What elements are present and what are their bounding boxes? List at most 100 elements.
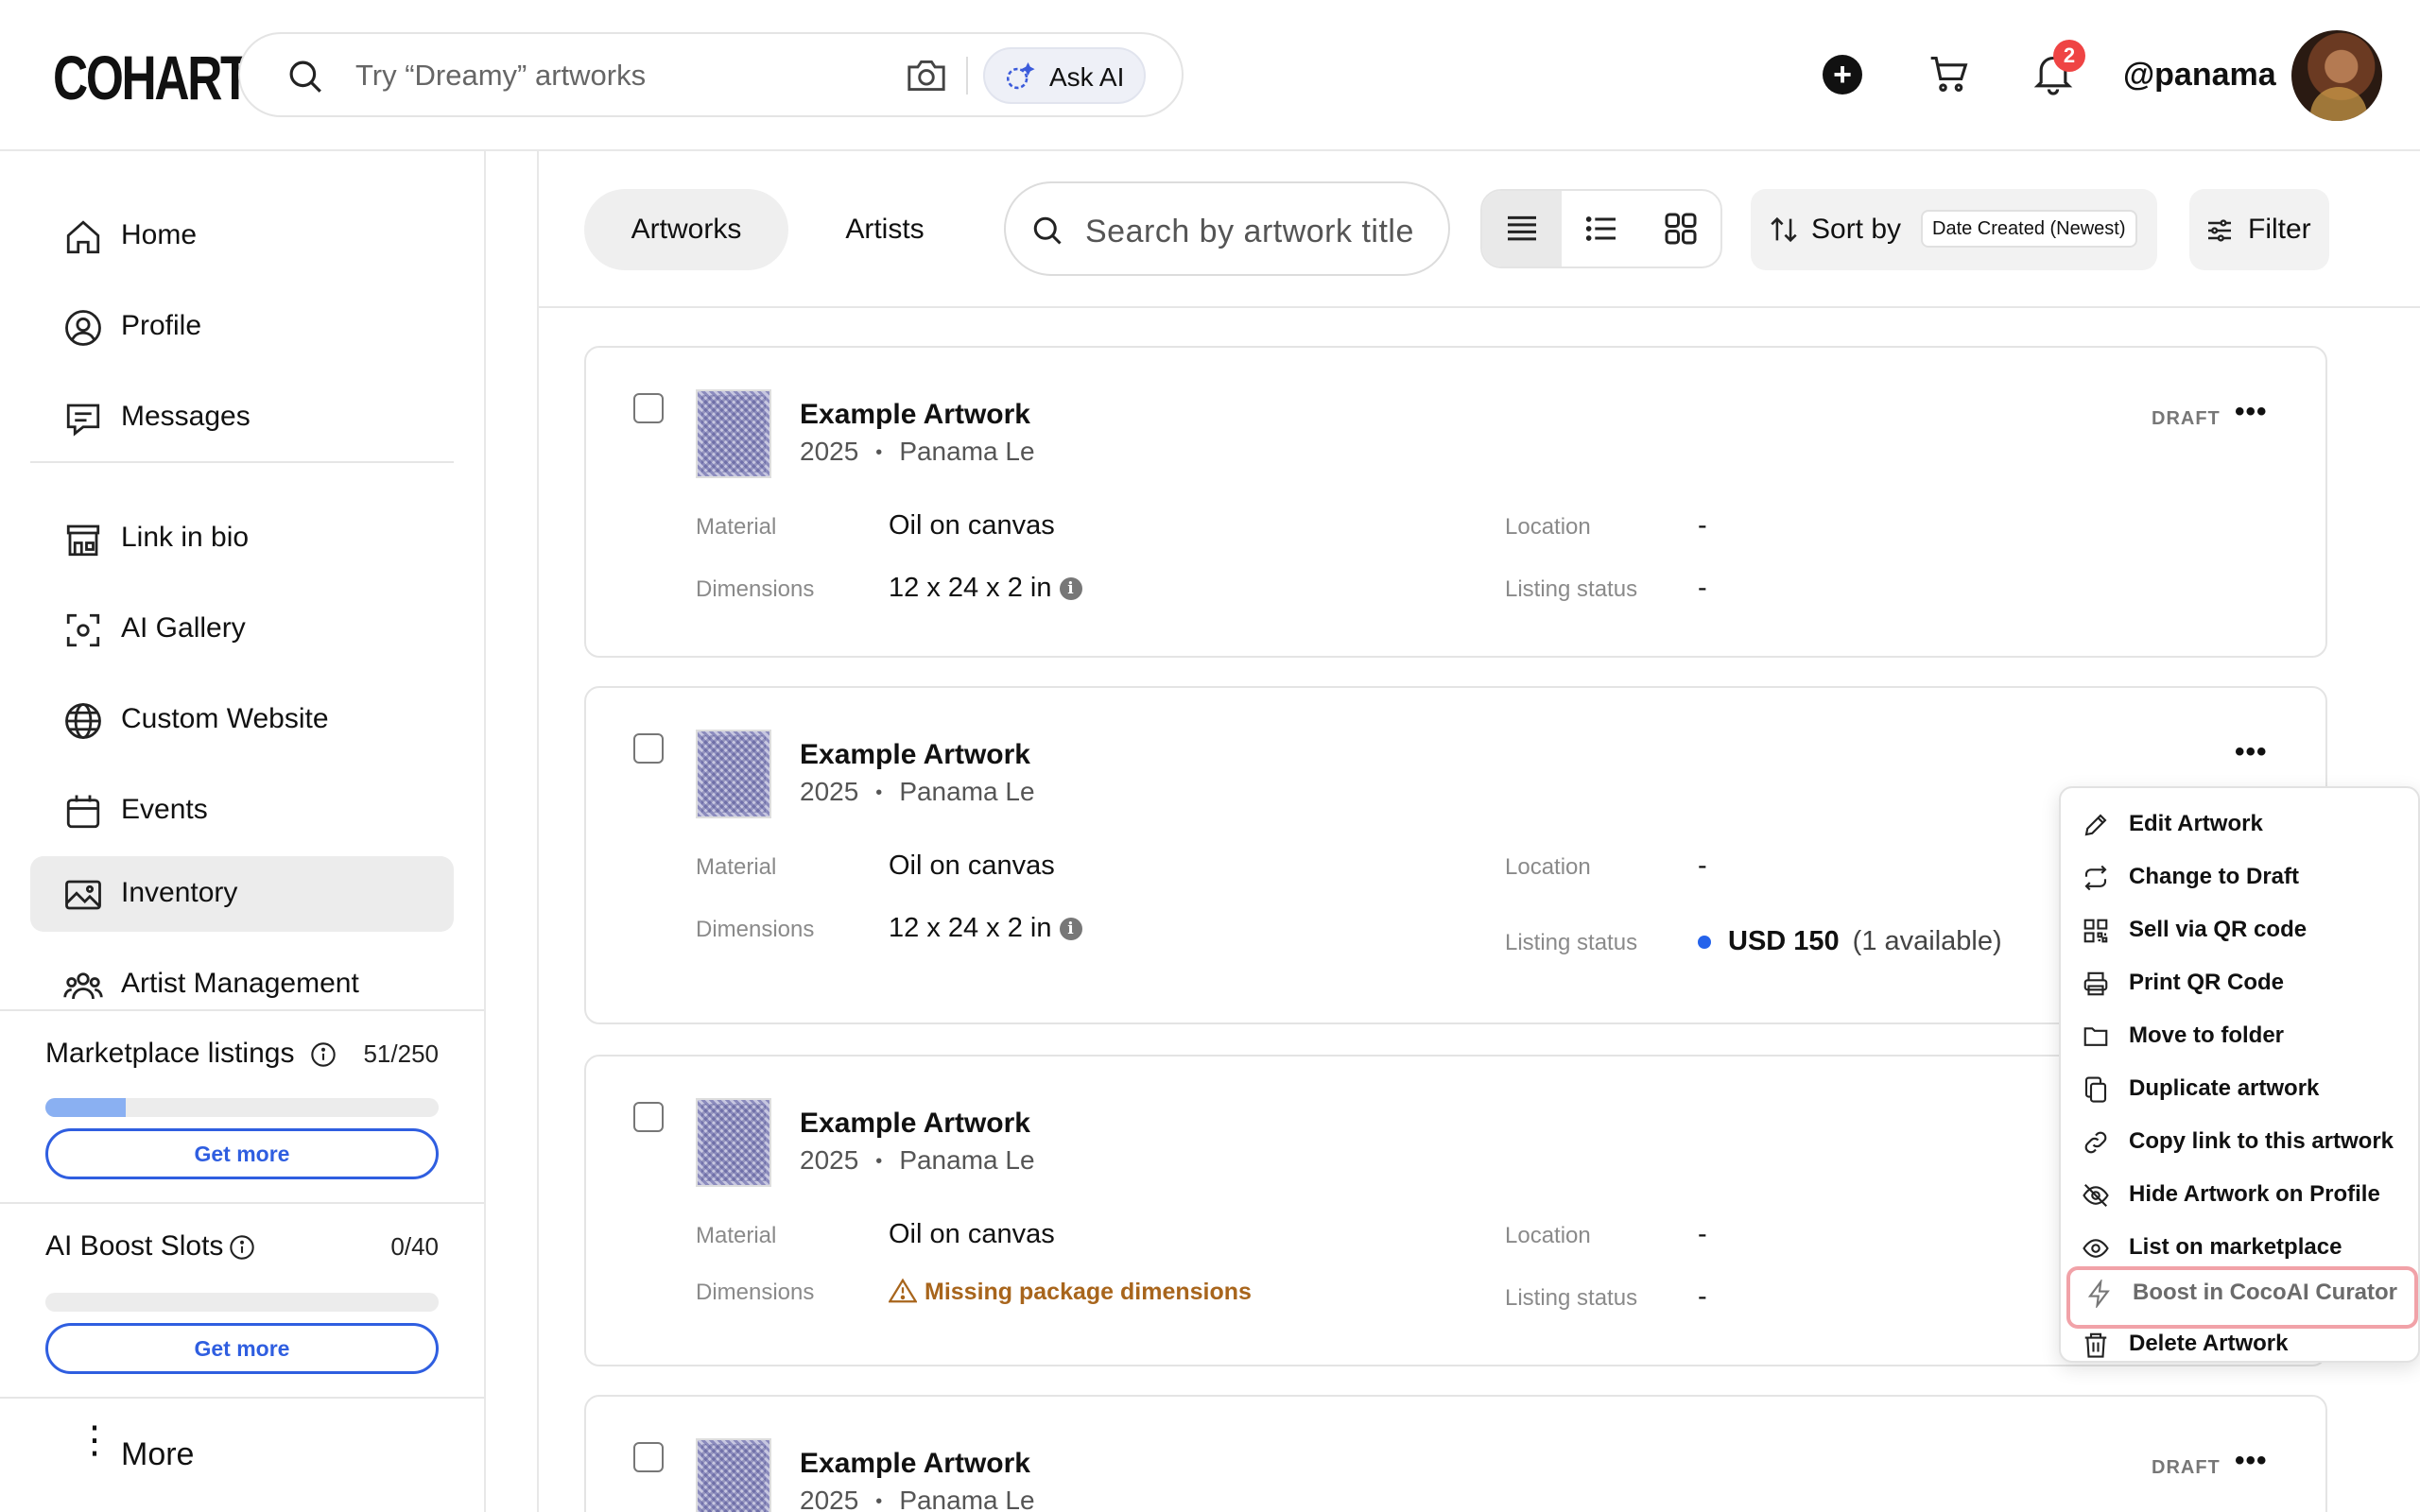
add-icon[interactable]: + [1823,55,1862,94]
artwork-thumbnail[interactable] [696,1098,771,1187]
sidebar-item-label: AI Gallery [121,612,246,644]
listing-status-value: - [1698,1281,1707,1312]
artwork-artist: Panama Le [899,1486,1035,1512]
duplicate-icon [2084,1076,2107,1103]
artwork-thumbnail[interactable] [696,389,771,478]
menu-item-print-qr[interactable]: Print QR Code [2061,956,2420,1009]
menu-item-label: Hide Artwork on Profile [2129,1181,2380,1207]
global-search-input[interactable]: Try “Dreamy” artworks [355,59,646,93]
sort-by-control[interactable]: Sort by Date Created (Newest) [1751,189,2157,270]
sidebar-item-profile[interactable]: Profile [30,289,454,365]
menu-item-move-to-folder[interactable]: Move to folder [2061,1009,2420,1062]
view-list-button[interactable] [1562,191,1641,266]
camera-icon[interactable] [906,57,947,94]
view-detailed-list-button[interactable] [1482,191,1562,266]
menu-item-boost-cocoai[interactable]: Boost in CocoAI Curator [2066,1266,2418,1329]
sort-by-value[interactable]: Date Created (Newest) [1921,210,2137,248]
select-checkbox[interactable] [633,1102,664,1132]
more-options-icon[interactable]: ••• [2235,738,2268,766]
cohart-logo[interactable]: COHART [53,42,251,113]
material-value: Oil on canvas [889,850,1055,881]
artwork-thumbnail[interactable] [696,1438,771,1512]
sidebar-item-custom-website[interactable]: Custom Website [30,682,454,758]
location-label: Location [1505,1223,1591,1248]
sidebar-item-home[interactable]: Home [30,198,454,274]
info-icon[interactable]: i [1059,918,1082,941]
artwork-year: 2025 [800,437,859,466]
tab-artists[interactable]: Artists [805,189,964,270]
avatar[interactable] [2291,30,2382,121]
sidebar-item-label: Artist Management [121,968,359,999]
search-divider [966,57,968,94]
missing-dimensions-warning[interactable]: Missing package dimensions [888,1278,1252,1306]
sidebar-item-inventory[interactable]: Inventory [30,856,454,932]
storefront-icon [66,524,100,557]
artwork-thumbnail[interactable] [696,730,771,818]
menu-item-change-to-draft[interactable]: Change to Draft [2061,850,2420,903]
username[interactable]: @panama [2123,57,2276,94]
info-icon[interactable] [310,1041,337,1068]
marketplace-progress [45,1098,439,1117]
sidebar-item-messages[interactable]: Messages [30,380,454,455]
select-checkbox[interactable] [633,393,664,423]
artwork-search-bar[interactable]: Search by artwork title [1004,181,1450,276]
draft-badge: DRAFT [2152,1457,2221,1478]
material-value: Oil on canvas [889,510,1055,541]
menu-item-label: Edit Artwork [2129,811,2263,836]
more-options-icon[interactable]: ••• [2235,398,2268,426]
menu-item-label: Change to Draft [2129,864,2299,889]
artwork-card[interactable]: Example Artwork 2025 • Panama Le DRAFT •••… [584,346,2327,658]
menu-item-duplicate[interactable]: Duplicate artwork [2061,1062,2420,1115]
ask-ai-button[interactable]: Ask AI [983,47,1146,104]
info-icon[interactable] [229,1234,255,1261]
artwork-meta: 2025 • Panama Le [800,777,1035,807]
notification-badge: 2 [2053,40,2085,72]
view-toggle [1480,189,1722,268]
search-icon [1033,216,1062,245]
menu-item-label: Move to folder [2129,1022,2285,1048]
listing-status-label: Listing status [1505,1285,1638,1311]
location-value: - [1698,510,1707,541]
sidebar-item-ai-gallery[interactable]: AI Gallery [30,592,454,667]
ai-boost-get-more-button[interactable]: Get more [45,1323,439,1374]
inventory-toolbar: Artworks Artists Search by artwork title… [539,151,2420,308]
people-icon [63,972,103,1000]
listing-status-value: USD 150 (1 available) [1698,926,2002,957]
globe-icon [65,703,101,739]
global-search-bar[interactable]: Try “Dreamy” artworks Ask AI [238,32,1184,117]
cart-icon[interactable] [1927,53,1970,94]
marketplace-progress-fill [45,1098,126,1117]
artwork-card[interactable]: Example Artwork 2025 • Panama Le DRAFT ••• [584,1395,2327,1512]
ai-boost-count: 0/40 [390,1232,439,1261]
artwork-title[interactable]: Example Artwork [800,399,1030,431]
select-checkbox[interactable] [633,1442,664,1472]
select-checkbox[interactable] [633,733,664,764]
artwork-title[interactable]: Example Artwork [800,1448,1030,1480]
qr-code-icon [2083,919,2108,943]
sidebar-item-link-in-bio[interactable]: Link in bio [30,501,454,576]
view-grid-button[interactable] [1641,191,1720,266]
menu-item-sell-via-qr[interactable]: Sell via QR code [2061,903,2420,956]
menu-item-edit-artwork[interactable]: Edit Artwork [2061,798,2420,850]
marketplace-get-more-button[interactable]: Get more [45,1128,439,1179]
marketplace-count: 51/250 [363,1040,439,1068]
ask-ai-label: Ask AI [1049,62,1125,92]
menu-item-delete-artwork[interactable]: Delete Artwork [2061,1327,2420,1365]
sidebar-item-label: Inventory [121,877,238,908]
more-options-icon[interactable]: ••• [2235,1447,2268,1475]
link-icon [2084,1131,2107,1154]
menu-item-label: Copy link to this artwork [2129,1128,2394,1154]
menu-item-copy-link[interactable]: Copy link to this artwork [2061,1115,2420,1168]
sidebar-item-events[interactable]: Events [30,773,454,849]
artwork-title[interactable]: Example Artwork [800,1108,1030,1140]
filter-button[interactable]: Filter [2189,189,2329,270]
tab-artworks[interactable]: Artworks [584,189,788,270]
listing-status-value: - [1698,573,1707,603]
artwork-search-input[interactable]: Search by artwork title [1085,214,1414,250]
more-menu[interactable]: ⋮ More [0,1397,484,1512]
menu-item-hide-on-profile[interactable]: Hide Artwork on Profile [2061,1168,2420,1221]
search-icon [289,60,321,93]
warning-text: Missing package dimensions [925,1279,1252,1305]
artwork-title[interactable]: Example Artwork [800,739,1030,771]
info-icon[interactable]: i [1059,577,1082,601]
